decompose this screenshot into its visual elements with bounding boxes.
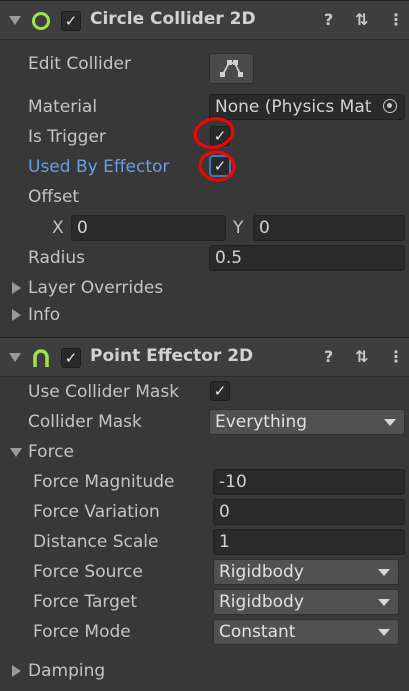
offset-x-field[interactable]: 0 [71, 215, 226, 241]
dropdown-arrow-icon [384, 419, 396, 426]
force-magnitude-field[interactable]: -10 [213, 469, 405, 495]
force-mode-value: Constant [219, 622, 296, 642]
collider-mask-label: Collider Mask [28, 412, 142, 432]
used-by-effector-label: Used By Effector [28, 157, 170, 177]
force-source-dropdown[interactable]: Rigidbody [213, 559, 399, 585]
force-target-dropdown[interactable]: Rigidbody [213, 589, 399, 615]
point-effector-icon [33, 349, 49, 367]
damping-foldout[interactable]: Damping [28, 661, 105, 681]
dropdown-arrow-icon [378, 629, 390, 636]
circle-collider-header[interactable]: ✓ Circle Collider 2D ? ⇅ ⋮ [0, 0, 409, 40]
kebab-menu-icon[interactable]: ⋮ [388, 348, 404, 366]
force-foldout[interactable]: Force [28, 442, 74, 462]
component-title: Point Effector 2D [90, 346, 254, 366]
info-foldout[interactable]: Info [28, 305, 60, 325]
distance-scale-label: Distance Scale [33, 532, 159, 552]
help-icon[interactable]: ? [324, 348, 333, 366]
use-collider-mask-checkbox[interactable]: ✓ [210, 381, 230, 401]
force-magnitude-label: Force Magnitude [33, 472, 175, 492]
force-mode-dropdown[interactable]: Constant [213, 619, 399, 645]
presets-icon[interactable]: ⇅ [355, 11, 368, 29]
force-target-value: Rigidbody [219, 592, 304, 612]
annotation-circle-used-by-effector [198, 150, 236, 182]
edit-collider-label: Edit Collider [28, 54, 132, 74]
dropdown-arrow-icon [378, 569, 390, 576]
circle-collider-enabled-checkbox[interactable]: ✓ [61, 11, 81, 31]
point-effector-header[interactable]: ✓ Point Effector 2D ? ⇅ ⋮ [0, 337, 409, 377]
force-target-label: Force Target [33, 592, 137, 612]
force-source-value: Rigidbody [219, 562, 304, 582]
is-trigger-label: Is Trigger [28, 127, 106, 147]
circle-collider-icon [32, 12, 50, 30]
info-expand-icon[interactable] [12, 309, 21, 321]
material-label: Material [28, 97, 98, 117]
distance-scale-field[interactable]: 1 [213, 529, 405, 555]
dropdown-arrow-icon [378, 599, 390, 606]
use-collider-mask-label: Use Collider Mask [28, 382, 180, 402]
point-effector-enabled-checkbox[interactable]: ✓ [61, 348, 81, 368]
collider-mask-value: Everything [215, 412, 308, 432]
force-variation-label: Force Variation [33, 502, 160, 522]
radius-label: Radius [28, 248, 86, 268]
force-collapse-icon[interactable] [10, 448, 22, 457]
radius-field[interactable]: 0.5 [209, 245, 405, 271]
offset-label: Offset [28, 187, 80, 207]
kebab-menu-icon[interactable]: ⋮ [388, 11, 404, 29]
edit-collider-button[interactable] [209, 53, 254, 84]
layer-overrides-foldout[interactable]: Layer Overrides [28, 278, 163, 298]
help-icon[interactable]: ? [324, 11, 333, 29]
collapse-arrow-icon[interactable] [9, 353, 21, 362]
offset-x-label: X [52, 218, 64, 238]
layer-overrides-expand-icon[interactable] [12, 282, 21, 294]
force-variation-field[interactable]: 0 [213, 499, 405, 525]
component-title: Circle Collider 2D [90, 9, 256, 29]
offset-y-field[interactable]: 0 [253, 215, 405, 241]
offset-y-label: Y [233, 218, 244, 238]
presets-icon[interactable]: ⇅ [355, 348, 368, 366]
force-mode-label: Force Mode [33, 622, 131, 642]
collider-mask-dropdown[interactable]: Everything [209, 409, 405, 435]
edit-collider-icon [220, 60, 243, 77]
collapse-arrow-icon[interactable] [9, 16, 21, 25]
force-source-label: Force Source [33, 562, 143, 582]
damping-expand-icon[interactable] [12, 665, 21, 677]
object-picker-icon[interactable] [383, 99, 397, 113]
